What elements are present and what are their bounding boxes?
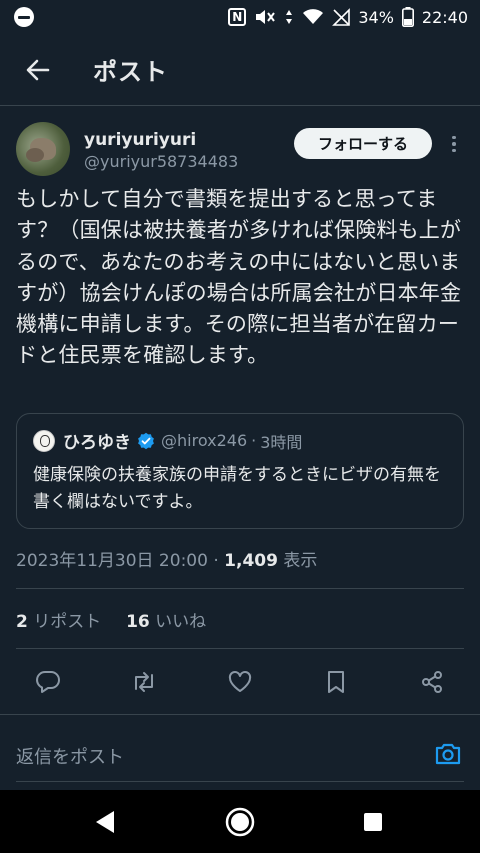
- status-right: N 34% 22:40: [228, 7, 468, 27]
- no-signal-icon: [332, 8, 351, 26]
- mute-icon: [256, 10, 276, 24]
- clock: 22:40: [421, 7, 468, 27]
- nav-home-button[interactable]: [225, 807, 255, 837]
- likes-label: いいね: [155, 612, 207, 632]
- reply-input[interactable]: 返信をポスト: [16, 743, 124, 769]
- reposts-count: 2: [16, 612, 28, 632]
- reposts-label: リポスト: [33, 612, 102, 632]
- triangle-back-icon: [96, 811, 114, 833]
- action-bar: [0, 662, 480, 702]
- reply-composer: 返信をポスト: [0, 723, 480, 783]
- quoted-separator: ·: [251, 431, 257, 450]
- views-count: 1,409: [224, 551, 278, 571]
- reply-button[interactable]: [34, 668, 62, 696]
- repost-button[interactable]: [130, 668, 158, 696]
- more-vertical-icon: [452, 135, 456, 140]
- more-vertical-icon-dot: [452, 142, 456, 146]
- page-title: ポスト: [93, 58, 168, 86]
- like-button[interactable]: [226, 668, 254, 696]
- more-options-button[interactable]: [444, 132, 464, 156]
- battery-percent: 34%: [358, 7, 394, 27]
- verified-badge-icon: [138, 432, 154, 449]
- author-display-name[interactable]: yuriyuriyuri: [84, 130, 238, 150]
- quoted-tweet-body: 健康保険の扶養家族の申請をするときにビザの有無を書く欄はないですよ。: [33, 465, 441, 512]
- tweet-meta: 2023年11月30日 20:00 · 1,409 表示: [16, 546, 317, 571]
- quoted-tweet[interactable]: ひろゆき @hirox246 · 3時間 健康保険の扶養家族の申請をするときにビ…: [16, 413, 464, 529]
- status-bar: N 34% 22:40: [0, 0, 480, 34]
- quoted-author-handle: @hirox246: [161, 431, 248, 450]
- bookmark-button[interactable]: [322, 668, 350, 696]
- square-recents-icon: [364, 813, 382, 831]
- quoted-author-avatar: [33, 429, 55, 452]
- screen: N 34% 22:40 ポスト yuriyuriyuri @yuriyur587…: [0, 0, 480, 853]
- status-left: [14, 7, 34, 27]
- quoted-author-name: ひろゆき: [63, 433, 131, 453]
- share-icon: [422, 671, 442, 693]
- reposts-stat[interactable]: 2 リポスト: [16, 612, 107, 632]
- divider: [16, 648, 464, 649]
- top-app-bar: ポスト: [0, 34, 480, 106]
- bookmark-icon: [328, 671, 344, 693]
- avatar-image-part: [26, 148, 44, 162]
- likes-stat[interactable]: 16 いいね: [126, 612, 206, 632]
- quoted-time: 3時間: [260, 432, 303, 452]
- do-not-disturb-icon: [14, 7, 34, 27]
- meta-separator: ·: [213, 551, 219, 571]
- tweet-timestamp[interactable]: 2023年11月30日 20:00: [16, 551, 208, 571]
- author-handle[interactable]: @yuriyur58734483: [84, 152, 238, 171]
- camera-button[interactable]: [434, 741, 462, 769]
- back-button[interactable]: [23, 55, 53, 85]
- reply-icon: [36, 671, 60, 693]
- nav-back-button[interactable]: [91, 807, 121, 837]
- views-label: 表示: [283, 551, 318, 571]
- wifi-icon: [303, 9, 324, 24]
- reply-underline: [16, 781, 464, 782]
- likes-count: 16: [126, 612, 150, 632]
- circle-home-icon: [225, 807, 255, 837]
- tweet-body: もしかして自分で書類を提出すると思ってます？（国保は被扶養者が多ければ保険料も上…: [16, 187, 462, 368]
- share-button[interactable]: [418, 668, 446, 696]
- divider: [16, 588, 464, 589]
- quoted-tweet-header: ひろゆき @hirox246 · 3時間: [33, 428, 302, 453]
- camera-icon: [435, 743, 461, 765]
- section-separator: [0, 714, 480, 723]
- battery-icon: [401, 7, 414, 27]
- follow-button[interactable]: フォローする: [294, 128, 432, 159]
- repost-icon: [135, 672, 153, 692]
- system-navigation-bar: [0, 790, 480, 853]
- author-avatar[interactable]: [16, 122, 70, 176]
- nav-recents-button[interactable]: [358, 807, 388, 837]
- arrow-left-icon: [26, 59, 50, 80]
- data-arrows-icon: [286, 10, 293, 24]
- more-vertical-icon-dot: [452, 148, 456, 153]
- author-names: yuriyuriyuri @yuriyur58734483: [84, 122, 238, 178]
- tweet-stats: 2 リポスト 16 いいね: [16, 607, 206, 632]
- heart-icon: [228, 671, 252, 692]
- nfc-icon: N: [228, 8, 247, 26]
